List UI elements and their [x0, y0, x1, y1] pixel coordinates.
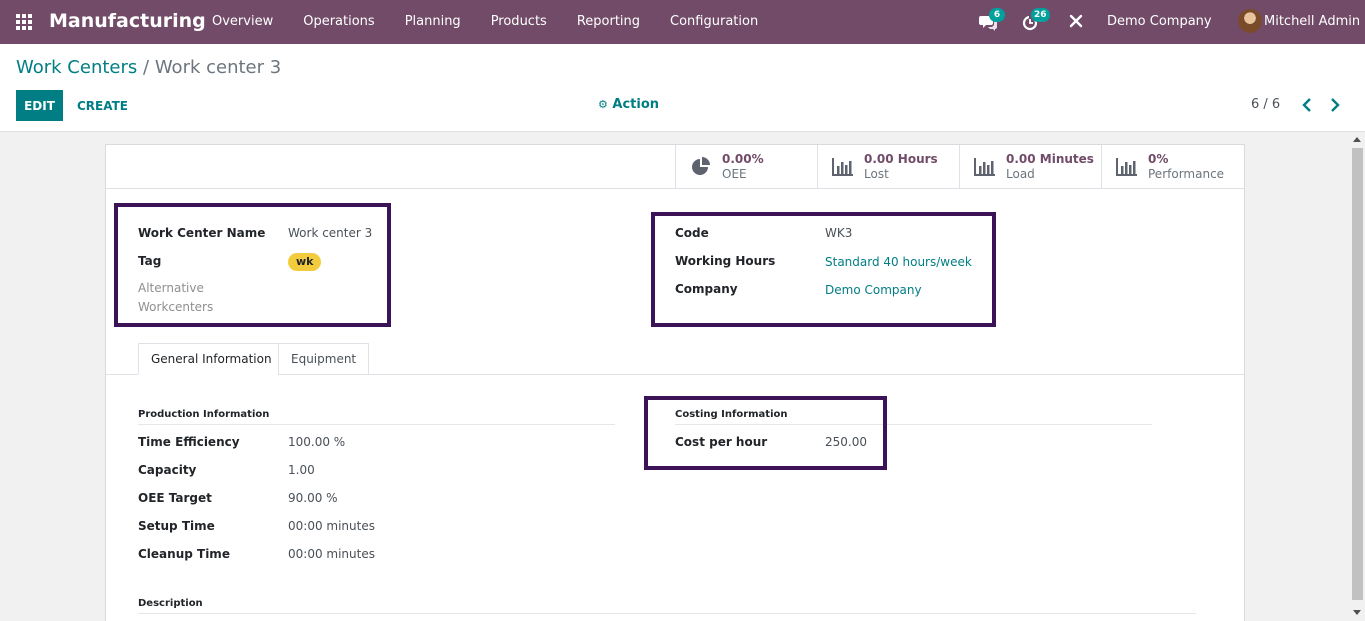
top-navbar: Manufacturing Overview Operations Planni… — [0, 0, 1365, 44]
load-value: 0.00 Minutes — [1006, 152, 1094, 166]
production-information-title: Production Information — [138, 409, 270, 420]
menu-item-planning[interactable]: Planning — [390, 0, 476, 44]
menu-item-products[interactable]: Products — [476, 0, 562, 44]
capacity-value: 1.00 — [288, 463, 315, 477]
form-sheet: 0.00% OEE 0.00 Hours Lost 0.00 Minutes L… — [105, 144, 1245, 621]
oee-label: OEE — [722, 167, 747, 181]
pie-chart-icon — [692, 157, 710, 175]
oee-target-value: 90.00 % — [288, 491, 338, 505]
time-efficiency-value: 100.00 % — [288, 435, 346, 449]
breadcrumb-separator: / — [143, 57, 150, 78]
bar-chart-icon — [1116, 158, 1137, 176]
lost-stat-button[interactable]: 0.00 Hours Lost — [817, 145, 959, 189]
breadcrumb-work-centers[interactable]: Work Centers — [16, 57, 137, 78]
user-avatar[interactable] — [1238, 9, 1262, 33]
breadcrumb: Work Centers / Work center 3 — [16, 57, 281, 78]
action-menu[interactable]: ⚙ Action — [598, 97, 659, 112]
control-panel: Work Centers / Work center 3 EDIT CREATE… — [0, 44, 1365, 132]
notebook-tabs: General Information Equipment — [106, 343, 1244, 375]
cleanup-time-value: 00:00 minutes — [288, 547, 375, 561]
load-stat-button[interactable]: 0.00 Minutes Load — [959, 145, 1101, 189]
smart-button-box: 0.00% OEE 0.00 Hours Lost 0.00 Minutes L… — [106, 145, 1244, 189]
user-menu[interactable]: Mitchell Admin — [1264, 0, 1360, 44]
performance-value: 0% — [1148, 152, 1169, 166]
performance-label: Performance — [1148, 167, 1225, 181]
apps-menu-icon[interactable] — [16, 14, 32, 30]
description-divider — [138, 613, 1196, 614]
oee-target-label: OEE Target — [138, 491, 212, 505]
pager-value: 6 / 6 — [1251, 97, 1281, 112]
scroll-thumb[interactable] — [1352, 148, 1363, 600]
action-label: Action — [612, 97, 660, 112]
menu-item-operations[interactable]: Operations — [288, 0, 389, 44]
highlight-box-company — [651, 212, 996, 327]
cleanup-time-label: Cleanup Time — [138, 547, 230, 561]
scroll-up-icon[interactable] — [1353, 137, 1361, 142]
setup-time-value: 00:00 minutes — [288, 519, 375, 533]
oee-value: 0.00% — [722, 152, 764, 166]
performance-stat-button[interactable]: 0% Performance — [1101, 145, 1243, 189]
pager-previous-icon[interactable] — [1301, 96, 1315, 114]
app-name[interactable]: Manufacturing — [49, 10, 206, 32]
setup-time-label: Setup Time — [138, 519, 215, 533]
main-menu: Overview Operations Planning Products Re… — [197, 0, 773, 44]
gear-icon: ⚙ — [598, 98, 608, 111]
bar-chart-icon — [832, 158, 853, 176]
activities-badge: 26 — [1031, 8, 1050, 22]
description-title: Description — [138, 598, 203, 609]
lost-label: Lost — [864, 167, 889, 181]
messages-icon[interactable]: 6 — [979, 8, 1005, 31]
debug-tools-icon[interactable] — [1068, 13, 1086, 31]
edit-button[interactable]: EDIT — [16, 90, 63, 121]
pager-next-icon[interactable] — [1329, 96, 1343, 114]
tab-general-information[interactable]: General Information — [138, 343, 285, 375]
lost-value: 0.00 Hours — [864, 152, 938, 166]
breadcrumb-current: Work center 3 — [154, 57, 282, 78]
company-switcher[interactable]: Demo Company — [1107, 0, 1212, 44]
activities-icon[interactable]: 26 — [1021, 8, 1050, 31]
capacity-label: Capacity — [138, 463, 197, 477]
create-button[interactable]: CREATE — [67, 90, 138, 121]
load-label: Load — [1006, 167, 1035, 181]
menu-item-reporting[interactable]: Reporting — [562, 0, 655, 44]
menu-item-overview[interactable]: Overview — [197, 0, 288, 44]
highlight-box-costing — [644, 396, 887, 470]
production-divider — [138, 424, 615, 425]
oee-stat-button[interactable]: 0.00% OEE — [675, 145, 817, 189]
highlight-box-general — [114, 203, 391, 327]
bar-chart-icon — [974, 158, 995, 176]
menu-item-configuration[interactable]: Configuration — [655, 0, 773, 44]
scroll-down-icon[interactable] — [1353, 610, 1361, 615]
messages-badge: 6 — [989, 8, 1005, 22]
page-scrollbar[interactable] — [1350, 132, 1365, 621]
time-efficiency-label: Time Efficiency — [138, 435, 240, 449]
tab-equipment[interactable]: Equipment — [278, 343, 370, 375]
